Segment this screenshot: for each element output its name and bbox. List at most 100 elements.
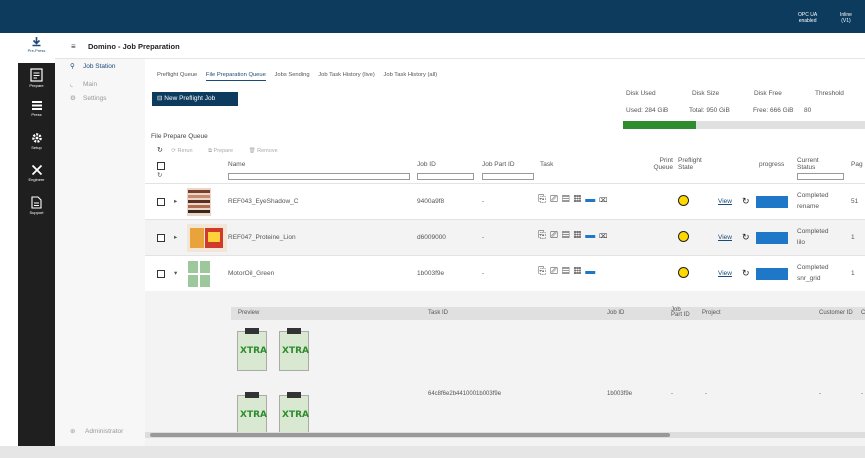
preview-image: XTRA: [237, 328, 267, 371]
nav-support[interactable]: Support: [18, 193, 55, 223]
gear-icon: ⚙: [70, 95, 76, 102]
table-row[interactable]: ▸ REF047_Proteine_Lion d6009000 - ⎘⎚▤▦▬⌧…: [145, 219, 865, 255]
sidebar-item-label: Settings: [83, 95, 107, 102]
preview-label: XTRA: [240, 346, 267, 356]
remove-button[interactable]: 🗑 Remove: [249, 148, 285, 154]
support-doc-icon: [31, 196, 42, 209]
detail-col-project: Project: [702, 310, 721, 316]
disk-size-header: Disk Size: [692, 90, 720, 97]
chart-icon: ⌞: [70, 81, 74, 88]
status-text: Completed: [797, 228, 829, 235]
preview-label: XTRA: [282, 346, 309, 356]
tab-job-task-history-live[interactable]: Job Task History (live): [318, 72, 375, 78]
expand-icon[interactable]: ▸: [174, 197, 177, 205]
col-job-id[interactable]: Job ID: [417, 161, 436, 168]
queue-toolbar: ↻ ⟳ Rerun ⧉ Prepare 🗑 Remove: [157, 146, 292, 155]
scrollbar-thumb[interactable]: [150, 433, 670, 437]
preview-image: XTRA: [279, 392, 309, 435]
page-header: ≡ Domino - Job Preparation: [55, 33, 865, 59]
inline-version: (V1): [841, 18, 851, 24]
table-row[interactable]: ▾ MotorOil_Green 1b003f9e - ⎘⎚▤▦▬ View ↻…: [145, 255, 865, 291]
disk-free-header: Disk Free: [754, 90, 782, 97]
col-name[interactable]: Name: [228, 161, 245, 168]
collapse-icon[interactable]: ▾: [174, 269, 177, 277]
col-print-queue: Print Queue: [653, 157, 673, 171]
job-thumbnail: [187, 224, 227, 252]
task-detail-panel: Preview Task ID Job ID Job Part ID Proje…: [145, 291, 865, 446]
station-icon: ⚲: [70, 63, 75, 70]
left-strip: [0, 33, 18, 446]
table-row[interactable]: ▸ REF043_EyeShadow_C 9400a9f8 - ⎘⎚▤▦▬⌧ V…: [145, 183, 865, 219]
horizontal-scrollbar[interactable]: [145, 432, 865, 438]
view-link[interactable]: View: [718, 234, 732, 241]
name-filter-input[interactable]: [228, 173, 410, 180]
row-status: Completed snr_grid: [797, 262, 828, 284]
refresh-icon[interactable]: ↻: [157, 147, 163, 154]
task-icons[interactable]: ⎘⎚▤▦▬⌧: [538, 194, 611, 205]
view-link[interactable]: View: [718, 198, 732, 205]
progress-bar: [756, 196, 788, 208]
preflight-state-indicator: [678, 195, 689, 206]
rerun-button[interactable]: ⟳ Rerun: [171, 148, 199, 154]
refresh-icon[interactable]: ↻: [742, 268, 750, 279]
preview-label: XTRA: [282, 410, 309, 420]
download-icon: [32, 37, 41, 47]
nav-press[interactable]: Press: [18, 97, 55, 127]
preview-label: XTRA: [240, 410, 267, 420]
col-task: Task: [540, 161, 554, 168]
sidebar-item-job-station[interactable]: ⚲ Job Station: [70, 62, 116, 70]
nav-prepare[interactable]: Prepare: [18, 65, 55, 95]
row-name: MotorOil_Green: [228, 270, 275, 277]
hamburger-icon[interactable]: ≡: [71, 42, 76, 51]
disk-usage-fill: [623, 121, 696, 129]
prepare-button[interactable]: ⧉ Prepare: [208, 148, 240, 154]
row-status: Completed rename: [797, 190, 828, 212]
refresh-icon[interactable]: ↻: [742, 196, 750, 207]
sort-icon[interactable]: ↻: [157, 172, 162, 179]
preflight-state-indicator: [678, 231, 689, 242]
nav-label: Setup: [31, 145, 42, 150]
tab-jobs-sending[interactable]: Jobs Sending: [274, 72, 309, 78]
col-current-status: Current Status: [797, 157, 819, 171]
prepare-label: Prepare: [213, 148, 234, 154]
detail-col-job-part-id: Job Part ID: [671, 307, 690, 318]
col-pages: Pag: [851, 161, 863, 168]
tab-job-task-history-all[interactable]: Job Task History (all): [383, 72, 437, 78]
col-progress: progress: [759, 161, 785, 168]
user-account[interactable]: ⊛ Administrator: [70, 427, 123, 435]
row-job-part-id: -: [482, 234, 485, 241]
detail-col-job-id: Job ID: [607, 310, 625, 316]
row-checkbox[interactable]: [157, 234, 165, 242]
select-all-checkbox[interactable]: [157, 162, 165, 170]
tab-preflight-queue[interactable]: Preflight Queue: [157, 72, 197, 78]
sidebar-item-settings[interactable]: ⚙ Settings: [70, 94, 107, 102]
progress-bar: [756, 232, 788, 244]
sidebar-item-label: Job Station: [83, 63, 116, 70]
nav-engineer[interactable]: Engineer: [18, 161, 55, 191]
row-job-part-id: -: [482, 270, 485, 277]
task-icons[interactable]: ⎘⎚▤▦▬: [538, 266, 599, 277]
nav-setup[interactable]: Setup: [18, 129, 55, 159]
status-filter-input[interactable]: [797, 173, 844, 180]
nav-pre-press[interactable]: Pre-Press: [18, 33, 55, 63]
expand-icon[interactable]: ▸: [174, 233, 177, 241]
detail-more: -: [861, 391, 863, 397]
status-text: Completed: [797, 192, 829, 199]
sidebar-item-label: Main: [83, 81, 98, 88]
preview-image: XTRA: [279, 328, 309, 371]
detail-col-task-id: Task ID: [428, 310, 449, 316]
task-icons[interactable]: ⎘⎚▤▦▬⌧: [538, 230, 611, 241]
row-checkbox[interactable]: [157, 198, 165, 206]
col-job-part-id[interactable]: Job Part ID: [482, 161, 515, 168]
job-part-id-filter-input[interactable]: [482, 173, 534, 180]
job-thumbnail: [187, 260, 211, 288]
sidebar-item-main[interactable]: ⌞ Main: [70, 80, 97, 88]
new-preflight-job-button[interactable]: ⊟ New Preflight Job: [152, 92, 238, 106]
view-link[interactable]: View: [718, 270, 732, 277]
job-id-filter-input[interactable]: [417, 173, 474, 180]
row-checkbox[interactable]: [157, 270, 165, 278]
page-title: Domino - Job Preparation: [88, 42, 180, 51]
tab-file-preparation-queue[interactable]: File Preparation Queue: [205, 72, 266, 81]
nav-label: Prepare: [29, 83, 44, 88]
refresh-icon[interactable]: ↻: [742, 232, 750, 243]
